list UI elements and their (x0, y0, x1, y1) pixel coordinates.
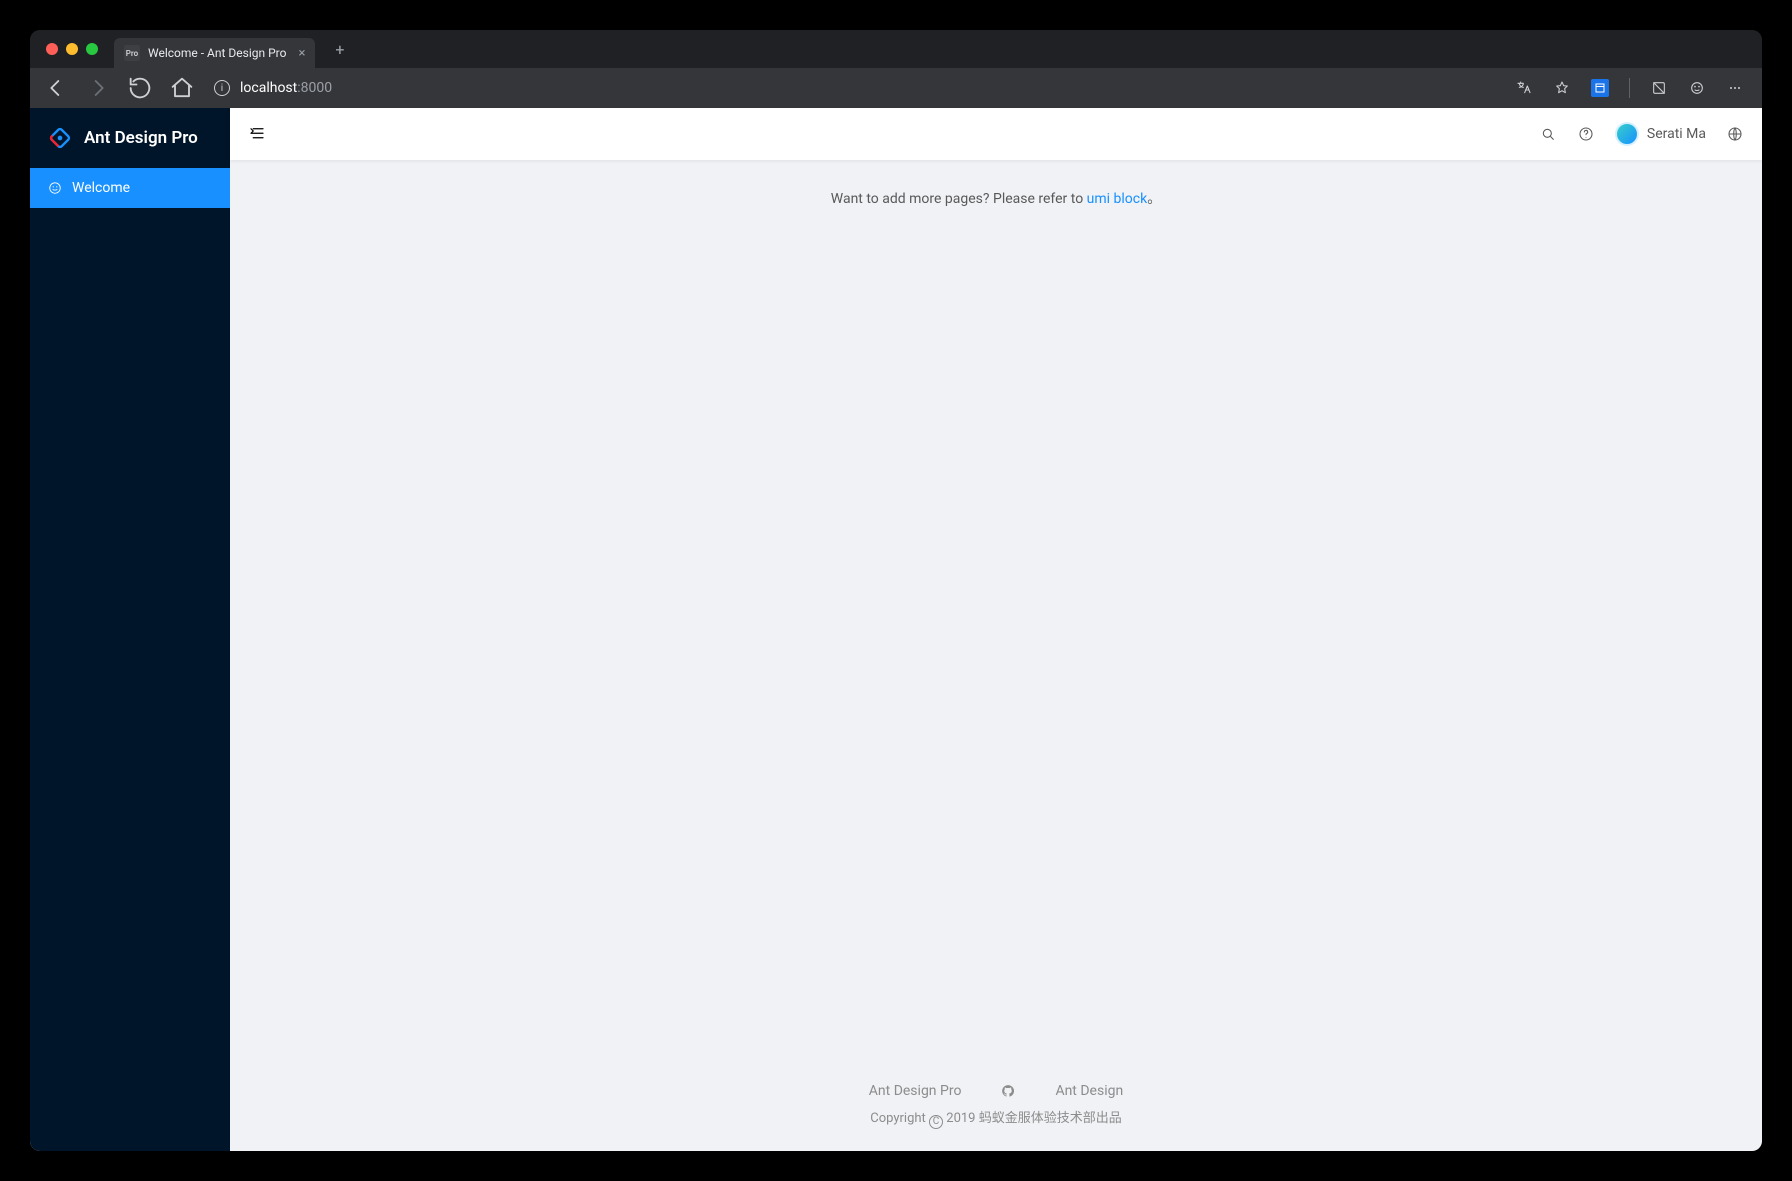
reload-button[interactable] (126, 74, 154, 102)
tab-title: Welcome - Ant Design Pro (148, 46, 286, 60)
toolbar-divider (1629, 78, 1630, 98)
sidebar: Ant Design Pro Welcome (30, 108, 230, 1151)
user-avatar (1615, 122, 1639, 146)
content: Want to add more pages? Please refer to … (230, 160, 1762, 1151)
footer-link-ant-design[interactable]: Ant Design (1055, 1083, 1123, 1099)
desktop-background: Pro Welcome - Ant Design Pro × + i (0, 0, 1792, 1181)
footer-link-ant-design-pro[interactable]: Ant Design Pro (869, 1083, 962, 1099)
face-icon[interactable] (1688, 79, 1706, 97)
user-menu[interactable]: Serati Ma (1615, 122, 1706, 146)
page-viewport: Ant Design Pro Welcome (30, 108, 1762, 1151)
help-icon[interactable] (1577, 125, 1595, 143)
user-name: Serati Ma (1647, 126, 1706, 142)
browser-tab[interactable]: Pro Welcome - Ant Design Pro × (114, 38, 315, 68)
toolbar-right (1515, 78, 1750, 98)
sidebar-item-label: Welcome (72, 180, 130, 196)
content-spacer (230, 208, 1762, 1063)
favorite-icon[interactable] (1553, 79, 1571, 97)
brand-title: Ant Design Pro (84, 128, 198, 148)
copyright-prefix: Copyright (870, 1111, 929, 1126)
browser-toolbar: i localhost:8000 (30, 68, 1762, 108)
welcome-message: Want to add more pages? Please refer to … (230, 160, 1762, 208)
message-suffix: 。 (1147, 191, 1161, 207)
translate-icon[interactable] (1515, 79, 1533, 97)
site-info-icon[interactable]: i (214, 80, 230, 96)
collections-icon[interactable] (1591, 79, 1609, 97)
brand-logo-icon (46, 124, 74, 152)
sidebar-item-welcome[interactable]: Welcome (30, 168, 230, 208)
minimize-window-button[interactable] (66, 43, 78, 55)
address-bar[interactable]: i localhost:8000 (210, 80, 1501, 96)
block-icon[interactable] (1650, 79, 1668, 97)
copyright-icon: C (929, 1115, 943, 1129)
browser-tab-strip: Pro Welcome - Ant Design Pro × + (30, 30, 1762, 68)
copyright-year: 2019 (946, 1111, 975, 1126)
home-button[interactable] (168, 74, 196, 102)
tab-favicon: Pro (124, 45, 140, 61)
maximize-window-button[interactable] (86, 43, 98, 55)
main-area: Serati Ma Want to add more pages? Please… (230, 108, 1762, 1151)
menu-fold-icon[interactable] (248, 125, 266, 143)
footer: Ant Design Pro Ant Design Copyright C 20… (230, 1063, 1762, 1151)
message-prefix: Want to add more pages? Please refer to (831, 191, 1087, 207)
copyright-owner: 蚂蚁金服体验技术部出品 (976, 1111, 1122, 1126)
more-icon[interactable] (1726, 79, 1744, 97)
close-window-button[interactable] (46, 43, 58, 55)
forward-button[interactable] (84, 74, 112, 102)
topbar: Serati Ma (230, 108, 1762, 160)
brand[interactable]: Ant Design Pro (30, 108, 230, 168)
close-tab-button[interactable]: × (298, 46, 305, 61)
search-icon[interactable] (1539, 125, 1557, 143)
umi-block-link[interactable]: umi block (1087, 191, 1148, 207)
back-button[interactable] (42, 74, 70, 102)
github-icon[interactable] (1001, 1084, 1015, 1098)
language-icon[interactable] (1726, 125, 1744, 143)
copyright-line: Copyright C 2019 蚂蚁金服体验技术部出品 (230, 1107, 1762, 1129)
window-traffic-lights (46, 43, 98, 55)
smile-icon (48, 181, 62, 195)
url-host: localhost (240, 80, 297, 96)
url-port: :8000 (297, 80, 332, 96)
new-tab-button[interactable]: + (329, 36, 350, 63)
browser-window: Pro Welcome - Ant Design Pro × + i (30, 30, 1762, 1151)
